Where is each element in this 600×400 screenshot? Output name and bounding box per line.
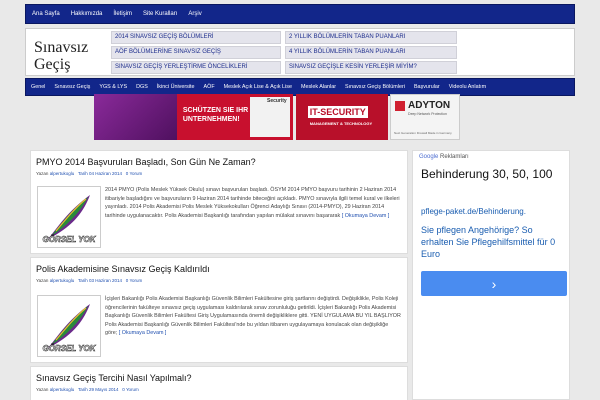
- banner-ad-schutzen[interactable]: SCHÜTZEN SIE IHR UNTERNEHMEN! Security: [176, 94, 293, 140]
- category-item[interactable]: Sınavsız Geçiş Bölümleri: [345, 84, 405, 90]
- post-meta: Yazan alpertukoglu Tarih 03 Haziran 2014…: [36, 278, 143, 283]
- ad-description[interactable]: Sie pflegen Angehörige? So erhalten Sie …: [421, 224, 567, 260]
- category-item[interactable]: Başvurular: [414, 84, 440, 90]
- header-link[interactable]: 4 YILLIK BÖLÜMLERİN TABAN PUANLARI: [285, 46, 457, 59]
- post-comments[interactable]: 0 Yorum: [126, 278, 143, 283]
- post-title[interactable]: Sınavsız Geçiş Tercihi Nasıl Yapılmalı?: [36, 373, 402, 383]
- post-title[interactable]: PMYO 2014 Başvuruları Başladı, Son Gün N…: [36, 157, 402, 167]
- category-item[interactable]: İkinci Üniversite: [157, 84, 195, 90]
- read-more-link[interactable]: [ Okumaya Devam ]: [342, 213, 390, 219]
- post-title[interactable]: Polis Akademisine Sınavsız Geçiş Kaldırı…: [36, 264, 402, 274]
- chevron-right-icon: ›: [491, 275, 497, 292]
- header-link[interactable]: SINAVSIZ GEÇİŞ YERLEŞTİRME ÖNCELİKLERİ: [111, 61, 281, 74]
- top-nav-rules[interactable]: Site Kuralları: [143, 11, 177, 17]
- header-link[interactable]: 2 YILLIK BÖLÜMLERİN TABAN PUANLARI: [285, 31, 457, 44]
- top-nav-contact[interactable]: İletişim: [113, 11, 132, 17]
- site-title[interactable]: Sınavsız Geçiş: [34, 39, 104, 73]
- post-meta: Yazan alpertukoglu Tarih 29 Mayıs 2014 0…: [36, 387, 139, 392]
- banner-ad-itsecurity-title: IT-SECURITY: [307, 106, 368, 118]
- post-date[interactable]: Tarih 04 Haziran 2014: [78, 171, 122, 176]
- header-links: 2014 SINAVSIZ GEÇİŞ BÖLÜMLERİ 2 YILLIK B…: [111, 31, 491, 74]
- post-card: PMYO 2014 Başvuruları Başladı, Son Gün N…: [30, 150, 408, 254]
- banner-ad-purple[interactable]: [94, 94, 188, 140]
- read-more-link[interactable]: [ Okumaya Devam ]: [119, 330, 167, 336]
- google-ads-label: Google Reklamları: [419, 154, 469, 160]
- category-item[interactable]: AÖF: [204, 84, 215, 90]
- post-thumbnail[interactable]: GÖRSEL YOK: [37, 295, 101, 357]
- post-author[interactable]: alpertukoglu: [50, 171, 75, 176]
- post-meta: Yazan alpertukoglu Tarih 04 Haziran 2014…: [36, 171, 143, 176]
- post-card: Sınavsız Geçiş Tercihi Nasıl Yapılmalı? …: [30, 366, 408, 400]
- post-date[interactable]: Tarih 29 Mayıs 2014: [78, 387, 119, 392]
- post-comments[interactable]: 0 Yorum: [126, 171, 143, 176]
- banner-ad[interactable]: SCHÜTZEN SIE IHR UNTERNEHMEN! Security I…: [94, 94, 460, 142]
- banner-ad-itsecurity-sub: MANAGEMENT & TECHNOLOGY: [309, 121, 373, 126]
- no-image-label: GÖRSEL YOK: [42, 235, 96, 245]
- banner-ad-itsecurity[interactable]: IT-SECURITY MANAGEMENT & TECHNOLOGY: [295, 94, 389, 140]
- banner-ad-security-brand: Security: [266, 98, 287, 104]
- post-excerpt: 2014 PMYO (Polis Meslek Yüksek Okulu) sı…: [105, 187, 400, 219]
- category-item[interactable]: Genel: [31, 84, 45, 90]
- site-header: Sınavsız Geçiş 2014 SINAVSIZ GEÇİŞ BÖLÜM…: [25, 28, 575, 76]
- post-thumbnail[interactable]: GÖRSEL YOK: [37, 186, 101, 248]
- header-link[interactable]: AÖF BÖLÜMLERİNE SINAVSIZ GEÇİŞ: [111, 46, 281, 59]
- top-nav-archive[interactable]: Arşiv: [188, 11, 201, 17]
- post-card: Polis Akademisine Sınavsız Geçiş Kaldırı…: [30, 257, 408, 363]
- category-item[interactable]: Videolu Anlatım: [449, 84, 486, 90]
- post-excerpt: İçişleri Bakanlığı Polis Akademisi Başka…: [105, 296, 401, 337]
- post-author[interactable]: alpertukoglu: [50, 278, 75, 283]
- category-item[interactable]: Meslek Alanlar: [301, 84, 336, 90]
- no-image-label: GÖRSEL YOK: [42, 344, 96, 354]
- top-nav: Ana Sayfa Hakkımızda İletişim Site Kural…: [25, 4, 575, 24]
- ad-url[interactable]: pflege-paket.de/Behinderung.: [421, 207, 526, 216]
- category-item[interactable]: Sınavsız Geçiş: [54, 84, 90, 90]
- sidebar-ad: Google Reklamları Behinderung 30, 50, 10…: [412, 150, 570, 400]
- post-comments[interactable]: 0 Yorum: [122, 387, 139, 392]
- category-item[interactable]: Meslek Açık Lise & Açık Lise: [224, 84, 292, 90]
- post-list: PMYO 2014 Başvuruları Başladı, Son Gün N…: [30, 150, 408, 400]
- top-nav-about[interactable]: Hakkımızda: [71, 11, 103, 17]
- post-author[interactable]: alpertukoglu: [50, 387, 75, 392]
- banner-ad-adyton-brand: ADYTON: [408, 100, 451, 111]
- ad-arrow-button[interactable]: ›: [421, 271, 567, 296]
- header-link[interactable]: 2014 SINAVSIZ GEÇİŞ BÖLÜMLERİ: [111, 31, 281, 44]
- adyton-logo-icon: [395, 101, 406, 111]
- banner-ad-adyton-sub: Deep Network Protection: [408, 112, 447, 116]
- ad-headline[interactable]: Behinderung 30, 50, 100: [421, 167, 567, 182]
- top-nav-home[interactable]: Ana Sayfa: [32, 11, 60, 17]
- category-item[interactable]: YGS & LYS: [99, 84, 127, 90]
- post-date[interactable]: Tarih 03 Haziran 2014: [78, 278, 122, 283]
- banner-ad-adyton[interactable]: ADYTON Deep Network Protection Next Gene…: [390, 94, 460, 140]
- banner-ad-adyton-tag: Next Generation Firewall Made in Germany: [394, 131, 452, 135]
- category-item[interactable]: DGS: [136, 84, 148, 90]
- header-link[interactable]: SINAVSIZ GEÇİŞLE KESİN YERLEŞİR MİYİM?: [285, 61, 457, 74]
